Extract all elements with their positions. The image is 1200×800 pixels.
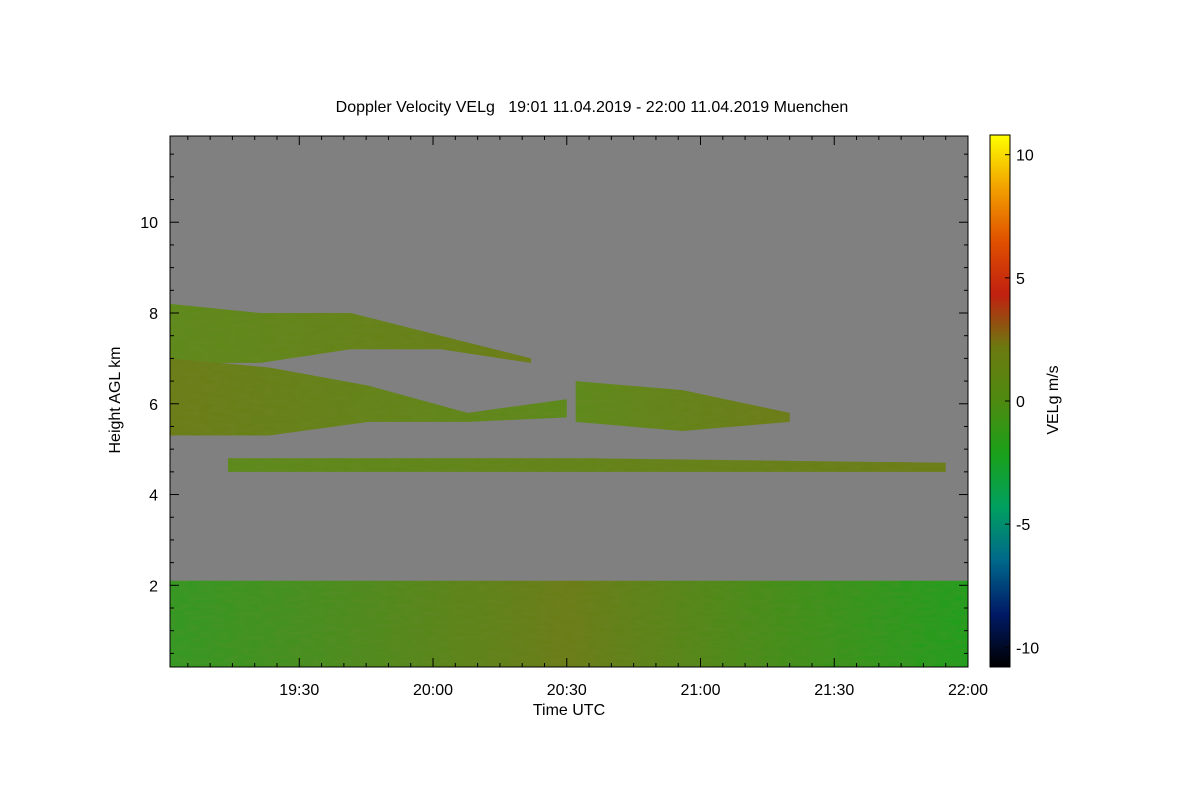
x-tick-label: 22:00 <box>948 682 988 699</box>
colorbar-tick-label: -5 <box>1016 517 1030 534</box>
colorbar-tick-label: 10 <box>1016 148 1034 165</box>
colorbar-label: VELg m/s <box>1045 365 1062 434</box>
colorbar: 10 5 0 -5 -10 <box>989 134 1039 668</box>
x-tick-label: 19:30 <box>279 682 319 699</box>
y-axis-label: Height AGL km <box>107 346 124 453</box>
y-tick-label: 6 <box>149 397 158 414</box>
colorbar-tick-label: -10 <box>1016 640 1039 657</box>
x-tick-label: 21:30 <box>814 682 854 699</box>
x-axis-label: Time UTC <box>533 702 605 719</box>
x-tick-label: 21:00 <box>680 682 720 699</box>
echo-layer-texture <box>170 580 968 667</box>
x-tick-label: 20:30 <box>547 682 587 699</box>
y-tick-label: 10 <box>140 215 158 232</box>
colorbar-tick-label: 5 <box>1016 271 1025 288</box>
x-tick-label: 20:00 <box>413 682 453 699</box>
y-tick-label: 4 <box>149 488 158 505</box>
y-tick-label: 2 <box>149 578 158 595</box>
y-tick-label: 8 <box>149 306 158 323</box>
velocity-chart: 19:30 20:00 20:30 21:00 21:30 22:00 2 4 6 8 10 10 5… <box>107 134 1062 719</box>
colorbar-tick-label: 0 <box>1016 394 1025 411</box>
